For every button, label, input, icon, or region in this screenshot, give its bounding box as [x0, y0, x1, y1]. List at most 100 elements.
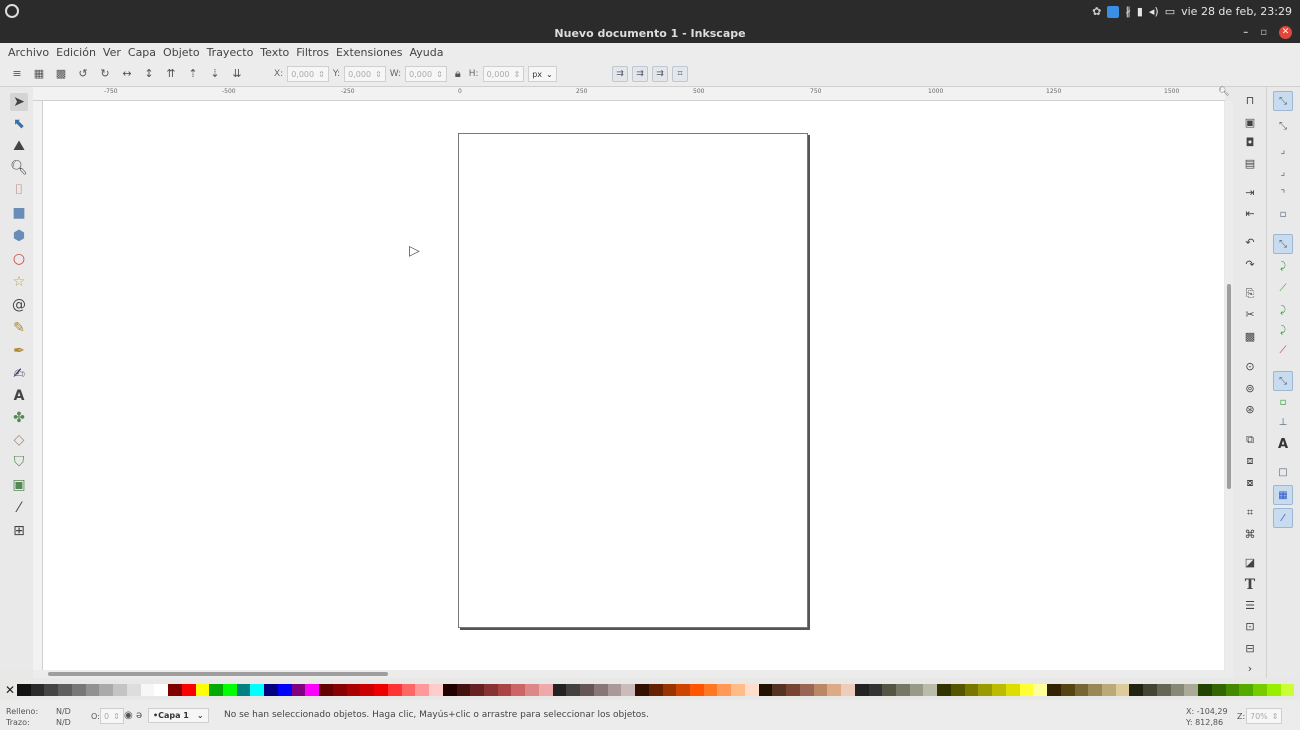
- palette-swatch[interactable]: [99, 683, 114, 696]
- menu-ayuda[interactable]: Ayuda: [409, 46, 443, 59]
- palette-swatch[interactable]: [1074, 683, 1089, 696]
- palette-swatch[interactable]: [1170, 683, 1185, 696]
- xml-editor-icon[interactable]: ⊡: [1242, 619, 1258, 635]
- palette-swatch[interactable]: [1253, 683, 1267, 696]
- palette-swatch[interactable]: [1129, 683, 1144, 696]
- volume-icon[interactable]: ◂): [1149, 5, 1159, 18]
- y-field[interactable]: 0,000 ⇕: [344, 66, 386, 82]
- palette-swatch[interactable]: [1047, 683, 1061, 696]
- palette-swatch[interactable]: [731, 683, 745, 696]
- palette-swatch[interactable]: [1102, 683, 1116, 696]
- layer-lock-icon[interactable]: ə: [136, 710, 142, 721]
- snap-guides-icon[interactable]: ⁄: [1273, 508, 1293, 528]
- palette-swatch[interactable]: [442, 683, 457, 696]
- 3d-box-tool-icon[interactable]: ⬢: [10, 227, 28, 245]
- menu-objeto[interactable]: Objeto: [163, 46, 200, 59]
- palette-swatch[interactable]: [374, 683, 388, 696]
- snap-grids-icon[interactable]: ▦: [1273, 485, 1293, 505]
- menu-filtros[interactable]: Filtros: [296, 46, 329, 59]
- vertical-scrollbar[interactable]: [1225, 101, 1233, 670]
- menu-trayecto[interactable]: Trayecto: [207, 46, 254, 59]
- x-field[interactable]: 0,000 ⇕: [287, 66, 329, 82]
- zoom-corner-icon[interactable]: 🔍︎: [1218, 87, 1229, 97]
- palette-swatch[interactable]: [195, 683, 210, 696]
- palette-swatch[interactable]: [607, 683, 622, 696]
- snap-cusp-nodes-icon[interactable]: ⤸: [1273, 301, 1293, 321]
- palette-swatch[interactable]: [744, 683, 759, 696]
- palette-swatch[interactable]: [209, 683, 224, 696]
- menu-ver[interactable]: Ver: [103, 46, 121, 59]
- palette-swatch[interactable]: [429, 683, 443, 696]
- palette-swatch[interactable]: [1211, 683, 1226, 696]
- palette-swatch[interactable]: [1198, 683, 1212, 696]
- palette-swatch[interactable]: [703, 683, 718, 696]
- spiral-tool-icon[interactable]: @: [10, 296, 28, 314]
- palette-swatch[interactable]: [181, 683, 196, 696]
- palette-swatch[interactable]: [415, 683, 430, 696]
- save-icon[interactable]: ◘: [1242, 135, 1258, 151]
- palette-swatch[interactable]: [223, 683, 237, 696]
- palette-swatch[interactable]: [319, 683, 333, 696]
- opacity-field[interactable]: 0 ⇕: [100, 708, 124, 724]
- menu-edicion[interactable]: Edición: [56, 46, 96, 59]
- fill-stroke-icon[interactable]: ◪: [1242, 555, 1258, 571]
- open-file-icon[interactable]: ▣: [1242, 115, 1258, 131]
- palette-swatch[interactable]: [456, 683, 471, 696]
- ellipse-tool-icon[interactable]: ○: [10, 250, 28, 268]
- tweak-tool-icon[interactable]: ⛰: [10, 137, 28, 155]
- palette-swatch[interactable]: [1156, 683, 1171, 696]
- rectangle-tool-icon[interactable]: ■: [10, 204, 28, 222]
- rotate-cw-icon[interactable]: ↻: [98, 67, 112, 81]
- palette-swatch[interactable]: [525, 683, 539, 696]
- palette-swatch[interactable]: [332, 683, 347, 696]
- selector-tool-icon[interactable]: ➤: [10, 93, 28, 111]
- snap-object-centers-icon[interactable]: ▫: [1273, 393, 1293, 413]
- palette-swatch[interactable]: [896, 683, 910, 696]
- palette-swatch[interactable]: [868, 683, 883, 696]
- skype-icon[interactable]: [1107, 5, 1120, 18]
- snap-bbox-midpoints-icon[interactable]: ⌝: [1273, 185, 1293, 205]
- palette-swatch[interactable]: [923, 683, 938, 696]
- palette-swatch[interactable]: [648, 683, 663, 696]
- document-page[interactable]: [458, 133, 808, 628]
- flip-horizontal-icon[interactable]: ↔: [120, 67, 134, 81]
- snap-bbox-edges-icon[interactable]: ⌟: [1273, 141, 1293, 161]
- import-icon[interactable]: ⇥: [1242, 185, 1258, 201]
- palette-swatch[interactable]: [978, 683, 993, 696]
- snap-toggle-icon[interactable]: ⤡: [1273, 91, 1293, 111]
- snap-bbox-centers-icon[interactable]: ▫: [1273, 205, 1293, 225]
- palette-swatch[interactable]: [470, 683, 484, 696]
- wifi-icon[interactable]: ▮: [1137, 5, 1143, 18]
- new-document-icon[interactable]: ⊓: [1242, 93, 1258, 109]
- no-paint-icon[interactable]: ✕: [5, 683, 17, 697]
- text-tool-icon[interactable]: A: [10, 387, 28, 405]
- scale-corners-button[interactable]: ⇉: [632, 66, 648, 82]
- ungroup-icon[interactable]: ⌘: [1242, 527, 1258, 543]
- node-tool-icon[interactable]: ⬉: [10, 115, 28, 133]
- palette-swatch[interactable]: [387, 683, 402, 696]
- palette-swatch[interactable]: [580, 683, 594, 696]
- move-patterns-button[interactable]: ⌗: [672, 66, 688, 82]
- palette-swatch[interactable]: [566, 683, 581, 696]
- palette-swatch[interactable]: [483, 683, 498, 696]
- connector-tool-icon[interactable]: ⊞: [10, 522, 28, 540]
- menu-extensiones[interactable]: Extensiones: [336, 46, 403, 59]
- clone-icon[interactable]: ⧈: [1242, 453, 1258, 469]
- rotate-ccw-icon[interactable]: ↺: [76, 67, 90, 81]
- palette-swatch[interactable]: [140, 683, 155, 696]
- palette-swatch[interactable]: [827, 683, 842, 696]
- eraser-tool-icon[interactable]: ◇: [10, 431, 28, 449]
- chevron-right-icon[interactable]: ›: [1242, 661, 1258, 677]
- spray-tool-icon[interactable]: ✤: [10, 409, 28, 427]
- menu-archivo[interactable]: Archivo: [8, 46, 49, 59]
- palette-swatch[interactable]: [841, 683, 855, 696]
- close-button[interactable]: ✕: [1279, 26, 1292, 39]
- flip-vertical-icon[interactable]: ↕: [142, 67, 156, 81]
- palette-swatch[interactable]: [799, 683, 814, 696]
- palette-swatch[interactable]: [1019, 683, 1034, 696]
- palette-swatch[interactable]: [1033, 683, 1048, 696]
- snap-intersections-icon[interactable]: ⟋: [1273, 279, 1293, 299]
- palette-swatch[interactable]: [168, 683, 182, 696]
- palette-swatch[interactable]: [264, 683, 278, 696]
- snap-page-border-icon[interactable]: □: [1273, 463, 1293, 483]
